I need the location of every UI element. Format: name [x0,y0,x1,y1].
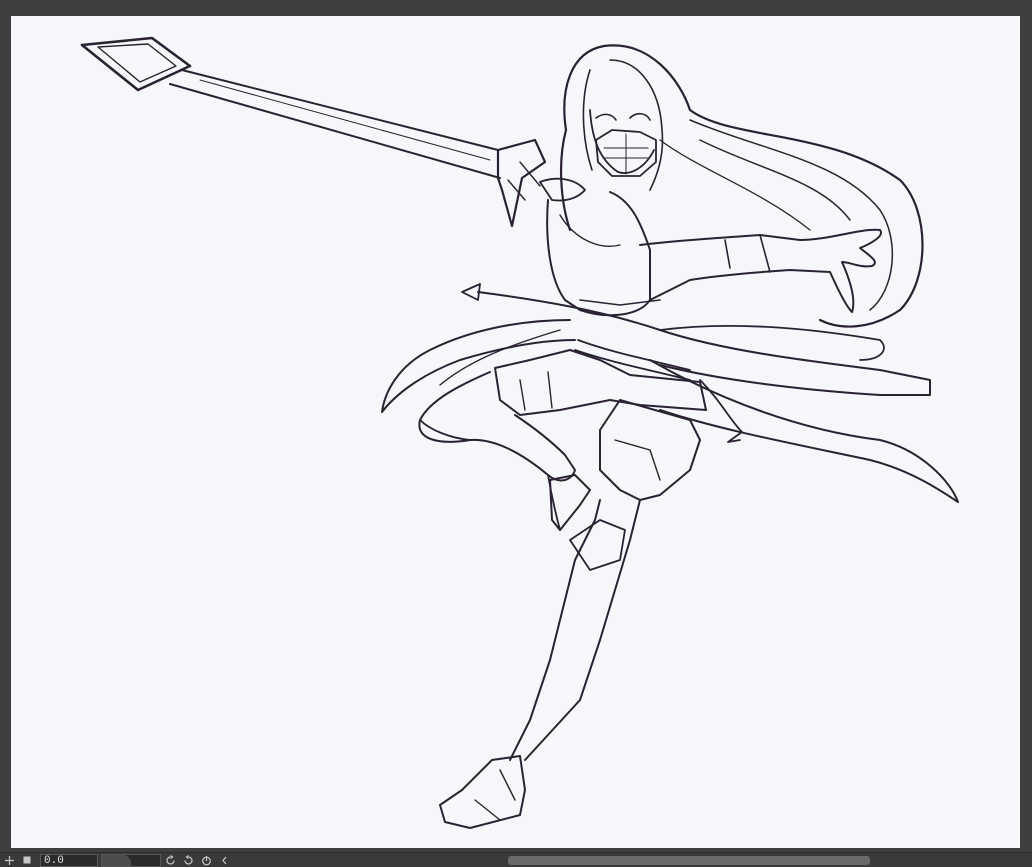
shorts [494,349,707,416]
left-boot [549,474,591,531]
zoom-slider[interactable] [101,853,161,867]
plus-icon[interactable] [0,853,18,867]
belt [574,339,691,381]
right-shoe [439,755,526,829]
zoom-field[interactable]: 0.0 [40,853,98,867]
app-window: 0.0 [0,0,1032,867]
zoom-slider-fill [102,854,131,866]
knee-guard [569,519,626,571]
rotate-right-icon[interactable] [179,853,197,867]
status-bar: 0.0 [0,852,1032,867]
lineart-drawing [80,36,959,829]
canvas-paper[interactable] [11,16,1020,848]
hair-outline [560,44,924,328]
torso [546,191,651,317]
canvas-area[interactable] [0,0,1032,852]
reset-rotation-icon[interactable] [197,853,215,867]
spear-shaft [169,69,501,179]
horizontal-scrollbar[interactable] [508,856,870,865]
right-arm [639,228,882,313]
rotate-left-icon[interactable] [161,853,179,867]
chevron-left-icon[interactable] [215,853,233,867]
right-leg [509,499,641,761]
square-icon[interactable] [18,853,36,867]
